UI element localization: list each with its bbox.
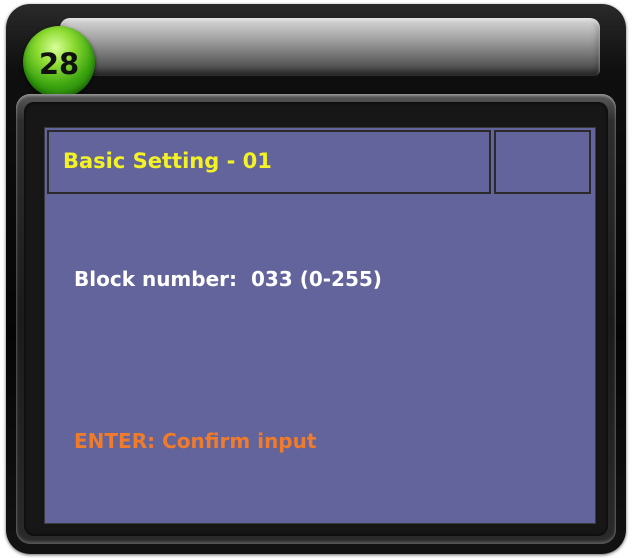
title-side-cell xyxy=(494,130,591,194)
title-cell: Basic Setting - 01 xyxy=(47,130,491,194)
screen-title: Basic Setting - 01 xyxy=(63,149,272,173)
block-number-value[interactable]: 033 xyxy=(251,267,293,291)
step-number-badge: 28 xyxy=(23,26,95,98)
block-number-range: (0-255) xyxy=(299,267,382,291)
title-row: Basic Setting - 01 xyxy=(45,128,595,197)
step-number: 28 xyxy=(38,47,80,81)
confirm-hint: ENTER: Confirm input xyxy=(74,429,317,453)
block-number-line: Block number: 033 (0-255) xyxy=(74,267,382,291)
display-screen: Basic Setting - 01 Block number: 033 (0-… xyxy=(44,127,596,524)
top-bar xyxy=(60,18,600,76)
block-number-label: Block number: xyxy=(74,267,238,291)
